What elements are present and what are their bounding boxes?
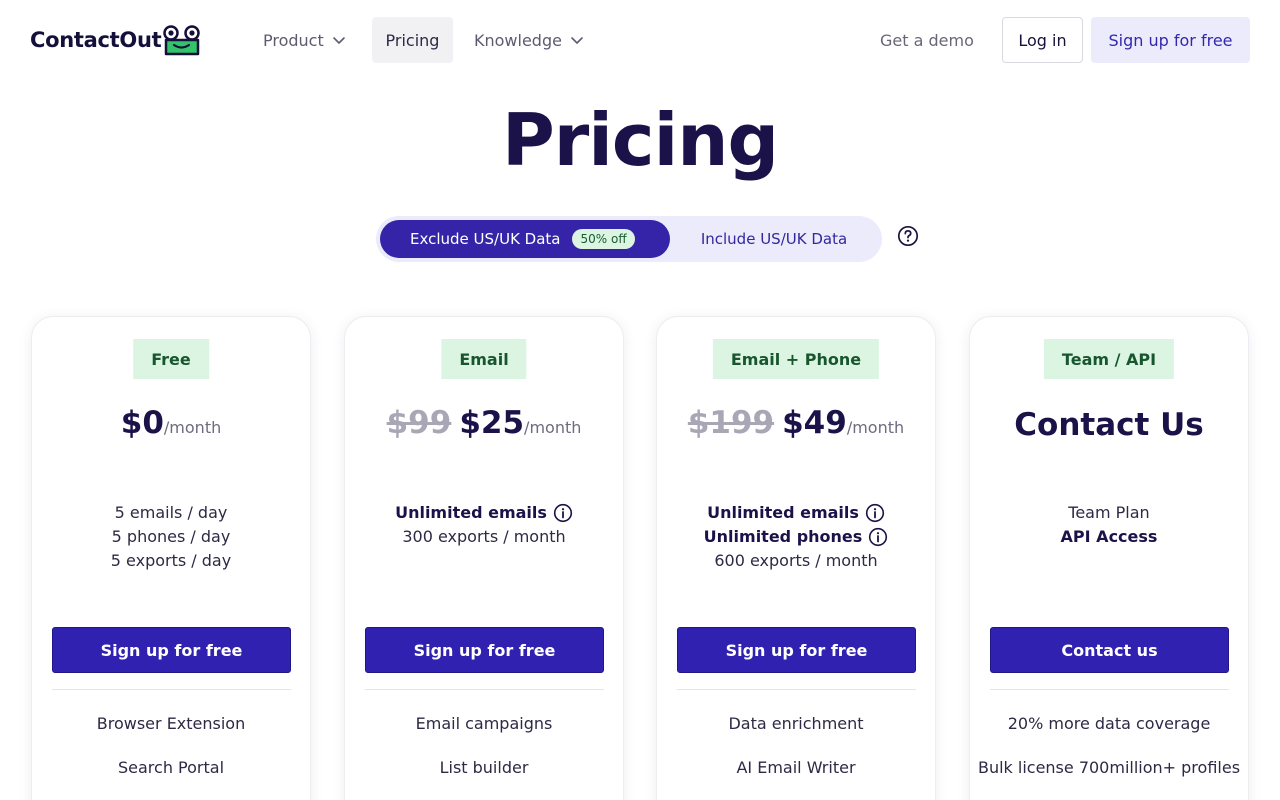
signup-button[interactable]: Sign up for free	[1091, 17, 1250, 63]
feature-label: Unlimited emails	[707, 503, 859, 522]
plan-features: Unlimited emails Unlimited phones 600 ex…	[657, 501, 935, 573]
plan-card-team-api: Team / API Contact Us Team Plan API Acce…	[969, 316, 1249, 800]
price-period: /month	[846, 418, 905, 437]
nav-product-menu[interactable]: Product	[263, 17, 346, 63]
price-row: $99 $25 /month	[345, 405, 623, 441]
top-navigation: ContactOut Product Pricing Knowledge Get…	[0, 0, 1280, 80]
current-price: $25	[459, 405, 525, 441]
chevron-down-icon	[571, 37, 583, 44]
extra-item: Email campaigns	[415, 714, 553, 733]
plan-badge: Team / API	[1043, 339, 1175, 379]
plan-card-free: Free $0 /month 5 emails / day 5 phones /…	[31, 316, 311, 800]
price-row: $199 $49 /month	[657, 405, 935, 441]
nav-knowledge-label: Knowledge	[474, 30, 562, 50]
feature-item: 300 exports / month	[402, 527, 566, 546]
contact-us-button[interactable]: Contact us	[990, 627, 1229, 673]
chevron-down-icon	[332, 37, 345, 44]
plan-badge: Email	[441, 339, 527, 379]
divider	[990, 689, 1229, 690]
nav-product-label: Product	[263, 30, 324, 50]
extra-item: Data enrichment	[728, 714, 864, 733]
plan-features: 5 emails / day 5 phones / day 5 exports …	[32, 501, 310, 573]
plan-extras: Browser Extension Search Portal	[32, 712, 310, 800]
divider	[677, 689, 916, 690]
feature-item: Unlimited phones	[657, 525, 935, 549]
contactout-logo[interactable]: ContactOut	[30, 24, 201, 56]
exclude-us-uk-label: Exclude US/UK Data	[410, 230, 561, 248]
info-icon[interactable]	[553, 503, 573, 523]
signup-email-button[interactable]: Sign up for free	[365, 627, 604, 673]
divider	[52, 689, 291, 690]
extra-item: AI Email Writer	[736, 758, 856, 777]
nav-pricing-link[interactable]: Pricing	[372, 17, 453, 63]
feature-item: Unlimited emails	[345, 501, 623, 525]
feature-item: 5 emails / day	[114, 503, 228, 522]
plan-badge: Email + Phone	[712, 339, 880, 379]
get-demo-link[interactable]: Get a demo	[880, 17, 974, 63]
price-row: $0 /month	[32, 405, 310, 441]
plan-extras: 20% more data coverage Bulk license 700m…	[970, 712, 1248, 800]
feature-item: 600 exports / month	[714, 551, 878, 570]
price-period: /month	[524, 418, 582, 437]
plan-features: Unlimited emails 300 exports / month	[345, 501, 623, 549]
plan-features: Team Plan API Access	[970, 501, 1248, 549]
current-price: $0	[120, 405, 164, 441]
include-us-uk-option[interactable]: Include US/UK Data	[670, 220, 878, 258]
extra-item: 20% more data coverage	[1007, 714, 1211, 733]
feature-item: Team Plan	[1068, 503, 1150, 522]
feature-item: 5 exports / day	[110, 551, 232, 570]
feature-label: Unlimited phones	[703, 527, 863, 546]
discount-badge: 50% off	[572, 229, 635, 249]
contact-heading: Contact Us	[1014, 407, 1204, 443]
plan-extras: Email campaigns List builder	[345, 712, 623, 800]
exclude-us-uk-option[interactable]: Exclude US/UK Data 50% off	[380, 220, 670, 258]
original-price: $99	[386, 405, 452, 441]
price-period: /month	[163, 418, 222, 437]
plan-extras: Data enrichment AI Email Writer	[657, 712, 935, 800]
region-data-toggle: Exclude US/UK Data 50% off Include US/UK…	[376, 216, 882, 262]
logo-wordmark: ContactOut	[30, 28, 162, 52]
plan-badge: Free	[133, 339, 209, 379]
current-price: $49	[782, 405, 847, 441]
plan-card-email-phone: Email + Phone $199 $49 /month Unlimited …	[656, 316, 936, 800]
original-price: $199	[687, 405, 775, 441]
info-icon[interactable]	[868, 527, 888, 547]
info-icon[interactable]	[865, 503, 885, 523]
divider	[365, 689, 604, 690]
feature-item: API Access	[1060, 527, 1158, 546]
signup-free-button[interactable]: Sign up for free	[52, 627, 291, 673]
question-circle-icon[interactable]	[897, 225, 919, 247]
extra-item: Search Portal	[117, 758, 225, 777]
frog-logo-icon	[163, 25, 201, 56]
plan-card-email: Email $99 $25 /month Unlimited emails 30…	[344, 316, 624, 800]
extra-item: List builder	[439, 758, 529, 777]
extra-item: Bulk license 700million+ profiles	[977, 758, 1241, 777]
extra-item: Browser Extension	[96, 714, 246, 733]
signup-email-phone-button[interactable]: Sign up for free	[677, 627, 916, 673]
feature-item: Unlimited emails	[657, 501, 935, 525]
feature-item: 5 phones / day	[111, 527, 231, 546]
feature-label: Unlimited emails	[395, 503, 547, 522]
nav-knowledge-menu[interactable]: Knowledge	[474, 17, 584, 63]
login-button[interactable]: Log in	[1002, 17, 1083, 63]
page-title: Pricing	[501, 98, 779, 182]
